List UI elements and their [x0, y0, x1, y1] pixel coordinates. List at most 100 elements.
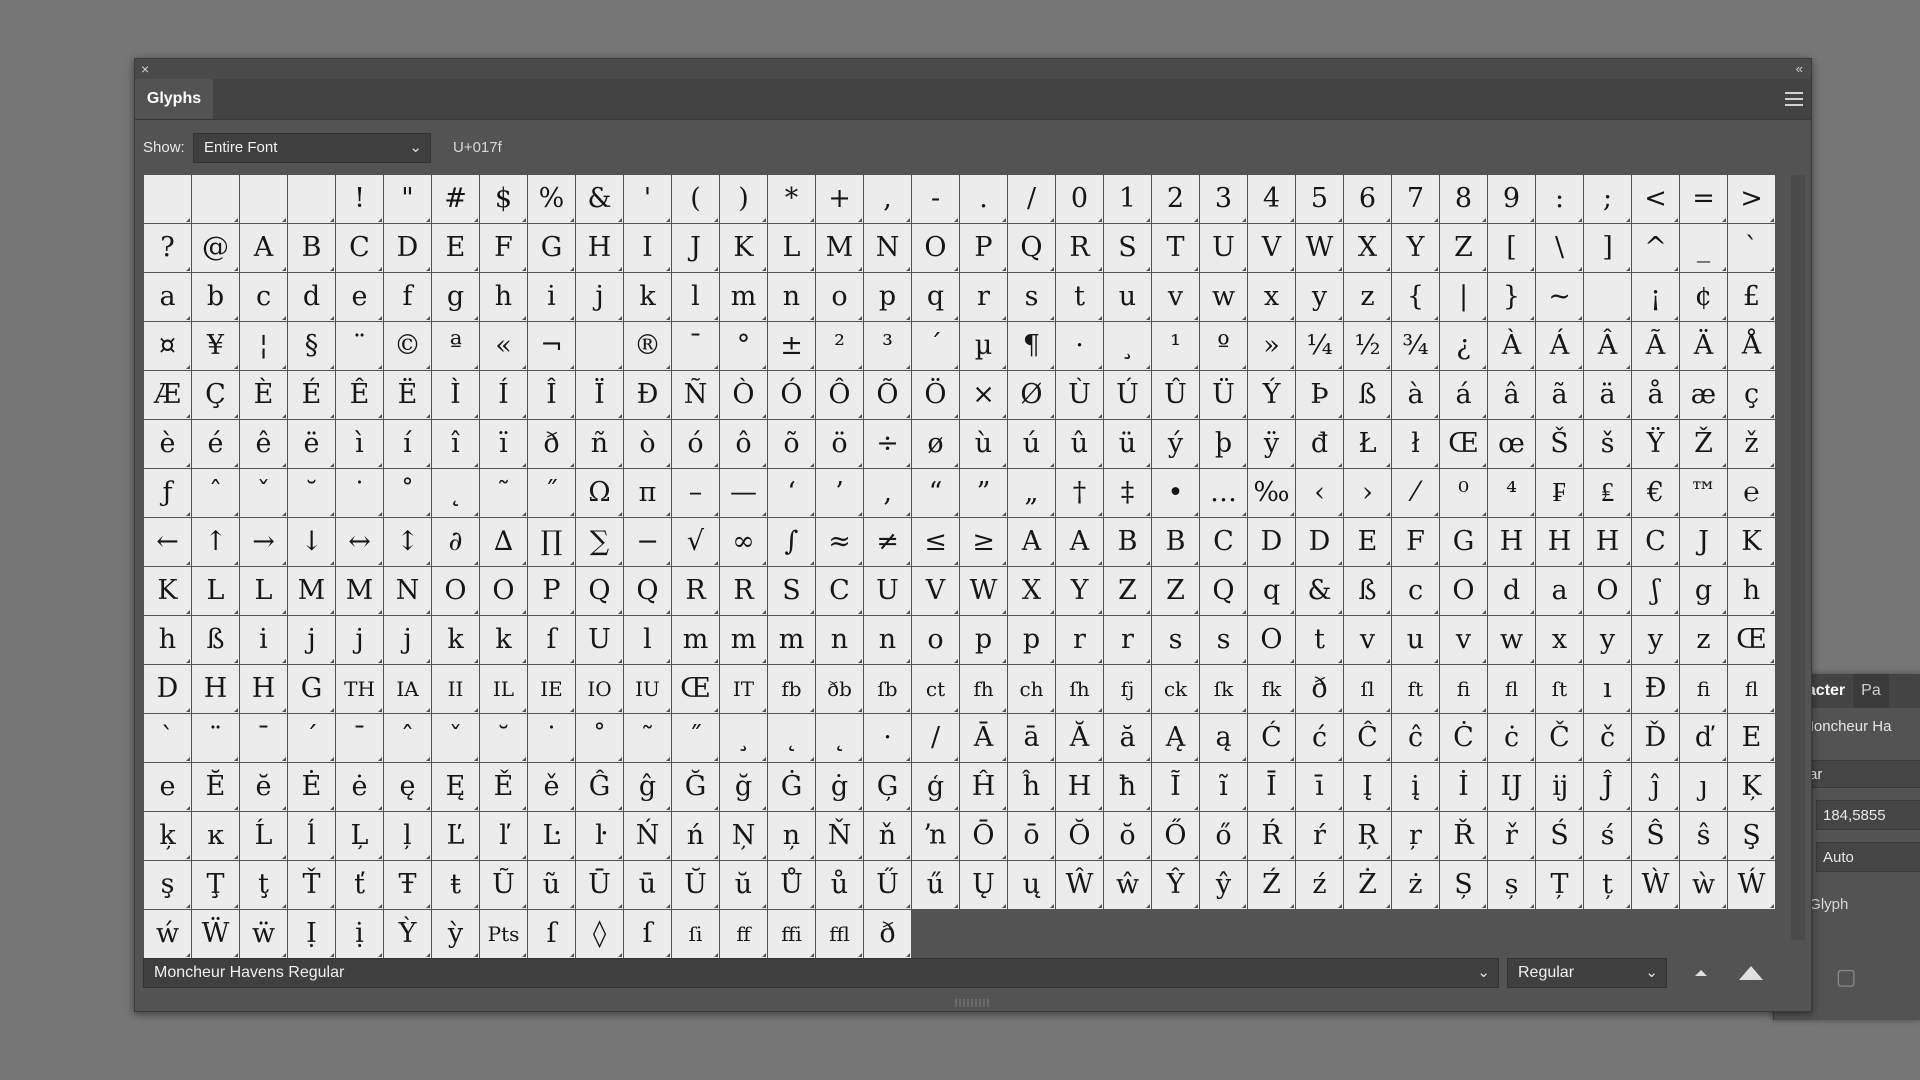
glyph-cell[interactable]: & [1296, 567, 1343, 615]
glyph-cell[interactable]: Ị [288, 910, 335, 958]
glyph-cell[interactable]: ç [1728, 371, 1775, 419]
glyph-cell[interactable]: ů [816, 861, 863, 909]
glyph-cell[interactable]: Ŵ [1056, 861, 1103, 909]
glyph-cell[interactable]: 5 [1296, 175, 1343, 223]
glyph-cell[interactable]: ș [1488, 861, 1535, 909]
box-icon[interactable]: ▢ [1836, 964, 1857, 990]
glyph-cell[interactable]: ī [1296, 763, 1343, 811]
glyph-cell[interactable]: ± [768, 322, 815, 370]
glyph-cell[interactable]: r [1104, 616, 1151, 664]
glyph-cell[interactable]: ¼ [1296, 322, 1343, 370]
glyph-cell[interactable]: h [144, 616, 191, 664]
glyph-cell[interactable] [288, 175, 335, 223]
glyph-cell[interactable]: x [1248, 273, 1295, 321]
zoom-in-icon[interactable] [1737, 960, 1765, 984]
glyph-cell[interactable]: ś [1584, 812, 1631, 860]
glyph-cell[interactable]: Ö [912, 371, 959, 419]
glyph-cell[interactable]: ¹ [1152, 322, 1199, 370]
glyph-cell[interactable]: € [1632, 469, 1679, 517]
glyph-cell[interactable]: ( [672, 175, 719, 223]
glyph-cell[interactable]: Ẃ [1728, 861, 1775, 909]
glyph-cell[interactable]: Ŷ [1152, 861, 1199, 909]
glyph-cell[interactable]: ê [240, 420, 287, 468]
glyph-cell[interactable]: H [192, 665, 239, 713]
glyph-cell[interactable]: R [720, 567, 767, 615]
glyph-cell[interactable]: ŵ [1104, 861, 1151, 909]
glyph-cell[interactable]: ʃ [1632, 567, 1679, 615]
glyph-cell[interactable]: Ą [1152, 714, 1199, 762]
glyph-cell[interactable]: À [1488, 322, 1535, 370]
glyph-cell[interactable]: Ü [1200, 371, 1247, 419]
glyph-cell[interactable]: ct [912, 665, 959, 713]
glyph-cell[interactable]: ŭ [720, 861, 767, 909]
glyph-cell[interactable]: ſ [528, 910, 575, 958]
glyph-cell[interactable]: Ć [1248, 714, 1295, 762]
glyph-cell[interactable]: + [816, 175, 863, 223]
glyph-cell[interactable]: Ģ [864, 763, 911, 811]
glyph-cell[interactable]: 8 [1440, 175, 1487, 223]
glyph-cell[interactable]: Ž [1680, 420, 1727, 468]
glyph-cell[interactable]: Ĺ [240, 812, 287, 860]
glyph-cell[interactable]: × [960, 371, 1007, 419]
glyph-cell[interactable]: Ÿ [1632, 420, 1679, 468]
glyph-cell[interactable]: k [480, 616, 527, 664]
glyph-cell[interactable]: ŗ [1392, 812, 1439, 860]
glyph-cell[interactable]: ð [1296, 665, 1343, 713]
glyph-cell[interactable]: Š [1536, 420, 1583, 468]
glyph-cell[interactable]: q [1248, 567, 1295, 615]
glyph-cell[interactable]: ñ [576, 420, 623, 468]
glyph-cell[interactable]: O [1248, 616, 1295, 664]
glyph-cell[interactable]: h [480, 273, 527, 321]
glyph-cell[interactable]: r [1056, 616, 1103, 664]
glyph-cell[interactable]: È [240, 371, 287, 419]
glyph-cell[interactable]: Q [1008, 224, 1055, 272]
glyph-cell[interactable]: ff [720, 910, 767, 958]
glyph-cell[interactable]: ĝ [624, 763, 671, 811]
glyph-cell[interactable]: ⁰ [1440, 469, 1487, 517]
glyph-cell[interactable]: Ê [336, 371, 383, 419]
glyph-cell[interactable]: Ù [1056, 371, 1103, 419]
glyph-cell[interactable]: ˘ [480, 714, 527, 762]
glyph-cell[interactable]: T [1152, 224, 1199, 272]
zoom-out-icon[interactable] [1691, 964, 1711, 982]
glyph-cell[interactable]: « [480, 322, 527, 370]
glyph-grid-scrollbar[interactable] [1791, 175, 1805, 940]
glyph-cell[interactable]: „ [1008, 469, 1055, 517]
glyph-cell[interactable]: î [432, 420, 479, 468]
glyph-cell[interactable]: u [1104, 273, 1151, 321]
glyph-cell[interactable]: ¿ [1440, 322, 1487, 370]
glyph-cell[interactable]: o [816, 273, 863, 321]
glyph-cell[interactable]: ſi [672, 910, 719, 958]
glyph-cell[interactable]: 7 [1392, 175, 1439, 223]
glyph-cell[interactable]: Į [1344, 763, 1391, 811]
glyph-cell[interactable]: V [912, 567, 959, 615]
glyph-cell[interactable]: Â [1584, 322, 1631, 370]
glyph-cell[interactable]: E [1344, 518, 1391, 566]
glyph-cell[interactable]: Ω [576, 469, 623, 517]
glyph-cell[interactable]: Y [1056, 567, 1103, 615]
glyph-cell[interactable]: û [1056, 420, 1103, 468]
glyph-cell[interactable]: ſl [1344, 665, 1391, 713]
glyph-cell[interactable]: ò [624, 420, 671, 468]
glyph-cell[interactable]: ć [1296, 714, 1343, 762]
glyph-cell[interactable]: & [576, 175, 623, 223]
glyph-cell[interactable]: m [672, 616, 719, 664]
glyph-cell[interactable]: ź [1296, 861, 1343, 909]
glyph-cell[interactable]: I [624, 224, 671, 272]
glyph-cell[interactable]: Ū [576, 861, 623, 909]
glyph-cell[interactable]: ³ [864, 322, 911, 370]
glyph-cell[interactable]: ŉ [912, 812, 959, 860]
glyph-cell[interactable]: Æ [144, 371, 191, 419]
panel-titlebar[interactable]: × « [135, 59, 1811, 79]
glyph-cell[interactable]: ¸ [720, 714, 767, 762]
glyph-cell[interactable]: ŝ [1680, 812, 1727, 860]
glyph-cell[interactable]: ş [144, 861, 191, 909]
glyph-cell[interactable]: z [1344, 273, 1391, 321]
glyph-cell[interactable]: ō [1008, 812, 1055, 860]
glyph-cell[interactable]: p [864, 273, 911, 321]
glyph-cell[interactable]: ſh [1056, 665, 1103, 713]
glyph-cell[interactable]: R [1056, 224, 1103, 272]
glyph-cell[interactable]: H [1056, 763, 1103, 811]
glyph-cell[interactable]: 0 [1056, 175, 1103, 223]
glyph-cell[interactable]: ù [960, 420, 1007, 468]
